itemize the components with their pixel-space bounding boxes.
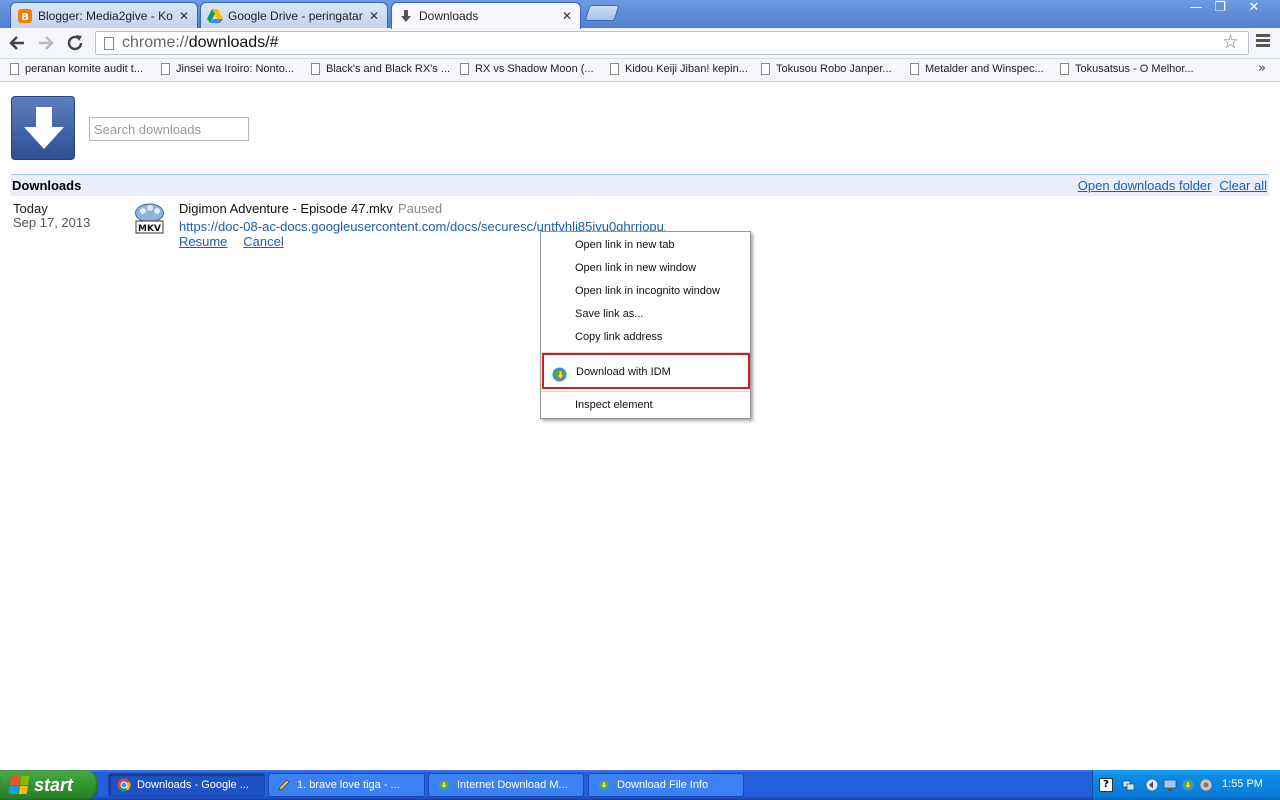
mkv-file-icon: MKV — [133, 202, 166, 235]
bookmark-item[interactable]: Tokusatsus - O Melhor... — [1060, 63, 1194, 75]
page-icon — [761, 63, 770, 75]
taskbar-item-idm[interactable]: Internet Download M... — [428, 773, 584, 797]
clear-all-link[interactable]: Clear all — [1219, 178, 1267, 193]
network-icon[interactable] — [1121, 778, 1135, 792]
bookmark-star-icon[interactable]: ☆ — [1222, 31, 1239, 53]
search-downloads-input[interactable] — [89, 117, 249, 141]
section-title: Downloads — [12, 178, 82, 193]
bookmark-item[interactable]: RX vs Shadow Moon (... — [460, 63, 594, 75]
download-status: Paused — [398, 201, 443, 216]
svg-text:B: B — [21, 12, 29, 23]
windows-logo-icon — [8, 776, 30, 794]
reload-button[interactable] — [65, 33, 85, 53]
menu-item-download-idm[interactable]: Download with IDM — [542, 353, 750, 389]
bookmarks-overflow-button[interactable]: » — [1258, 61, 1266, 76]
bookmark-item[interactable]: Kidou Keiji Jiban! kepin... — [610, 63, 748, 75]
pencil-icon — [277, 778, 291, 792]
tab-close-icon[interactable]: ✕ — [560, 9, 574, 23]
blogger-icon: B — [17, 8, 33, 24]
address-bar[interactable]: chrome://downloads/# — [95, 31, 1249, 55]
browser-tab-strip: B Blogger: Media2give - Komer ✕ Google D… — [0, 0, 1280, 29]
restore-button[interactable]: ❐ — [1208, 0, 1232, 18]
google-drive-icon — [207, 8, 223, 24]
close-window-button[interactable]: ✕ — [1234, 0, 1274, 18]
tab-downloads[interactable]: Downloads ✕ — [391, 2, 581, 29]
download-arrow-icon — [398, 8, 414, 24]
downloads-logo — [11, 96, 75, 160]
new-tab-button[interactable] — [584, 5, 620, 21]
menu-item-open-new-tab[interactable]: Open link in new tab — [541, 234, 750, 257]
forward-button[interactable] — [36, 33, 56, 53]
back-button[interactable] — [7, 33, 27, 53]
tab-title: Blogger: Media2give - Komer — [38, 8, 173, 23]
bookmark-item[interactable]: Metalder and Winspec... — [910, 63, 1044, 75]
download-actions: Resume Cancel — [179, 234, 296, 249]
bookmark-item[interactable]: peranan komite audit t... — [10, 63, 143, 75]
tab-close-icon[interactable]: ✕ — [367, 9, 381, 23]
download-date-label: Today — [13, 201, 48, 216]
downloads-section-header: Downloads Open downloads folder Clear al… — [11, 174, 1269, 196]
back-arrow-icon[interactable] — [1145, 778, 1159, 792]
start-button[interactable]: start — [0, 770, 98, 800]
download-date: Sep 17, 2013 — [13, 215, 91, 230]
taskbar-item-download-info[interactable]: Download File Info — [588, 773, 744, 797]
tab-title: Google Drive - peringatan pe — [228, 8, 363, 23]
idm-icon — [597, 778, 611, 792]
menu-item-copy-link[interactable]: Copy link address — [541, 326, 750, 349]
minimize-button[interactable]: — — [1184, 0, 1208, 18]
reload-icon — [67, 35, 83, 51]
menu-separator — [542, 391, 749, 392]
idm-icon[interactable] — [1181, 778, 1195, 792]
url-text: chrome://downloads/# — [122, 34, 279, 51]
browser-toolbar: chrome://downloads/# ☆ — [0, 28, 1280, 59]
taskbar-item-editor[interactable]: 1. brave love tiga - ... — [268, 773, 425, 797]
page-icon — [161, 63, 170, 75]
menu-item-inspect[interactable]: Inspect element — [541, 394, 750, 417]
monitor-icon[interactable] — [1163, 778, 1177, 792]
menu-item-save-link[interactable]: Save link as... — [541, 303, 750, 326]
menu-item-label: Download with IDM — [576, 366, 671, 378]
taskbar-item-chrome[interactable]: Downloads - Google ... — [108, 773, 265, 797]
arrow-right-icon — [39, 36, 54, 50]
idm-icon — [437, 778, 451, 792]
page-icon — [910, 63, 919, 75]
open-downloads-folder-link[interactable]: Open downloads folder — [1078, 178, 1212, 193]
page-icon — [460, 63, 469, 75]
page-icon — [311, 63, 320, 75]
menu-item-open-incognito[interactable]: Open link in incognito window — [541, 280, 750, 303]
bookmark-item[interactable]: Tokusou Robo Janper... — [761, 63, 892, 75]
context-menu: Open link in new tab Open link in new wi… — [540, 231, 751, 419]
help-icon[interactable]: ? — [1099, 778, 1113, 792]
bookmark-item[interactable]: Black's and Black RX's ... — [311, 63, 450, 75]
download-file-name: Digimon Adventure - Episode 47.mkv — [179, 201, 393, 216]
tab-close-icon[interactable]: ✕ — [177, 9, 191, 23]
tab-blogger[interactable]: B Blogger: Media2give - Komer ✕ — [10, 2, 198, 28]
bookmark-item[interactable]: Jinsei wa Iroiro: Nonto... — [161, 63, 294, 75]
windows-taskbar: start Downloads - Google ... 1. brave lo… — [0, 770, 1280, 800]
menu-item-open-new-window[interactable]: Open link in new window — [541, 257, 750, 280]
arrow-left-icon — [9, 36, 24, 50]
page-icon — [10, 63, 19, 75]
page-icon — [1060, 63, 1069, 75]
bookmarks-bar: peranan komite audit t... Jinsei wa Iroi… — [0, 59, 1280, 82]
idm-icon — [551, 363, 568, 382]
page-icon — [610, 63, 619, 75]
volume-icon[interactable] — [1199, 778, 1213, 792]
chrome-icon — [117, 778, 131, 792]
download-arrow-icon — [24, 107, 64, 149]
taskbar-clock: 1:55 PM — [1222, 778, 1263, 790]
file-type-label: MKV — [138, 224, 161, 234]
tab-google-drive[interactable]: Google Drive - peringatan pe ✕ — [200, 2, 388, 28]
tab-title: Downloads — [419, 9, 479, 23]
resume-link[interactable]: Resume — [179, 234, 227, 249]
page-icon — [104, 36, 114, 50]
chrome-menu-icon[interactable] — [1256, 34, 1270, 49]
cancel-link[interactable]: Cancel — [243, 234, 283, 249]
